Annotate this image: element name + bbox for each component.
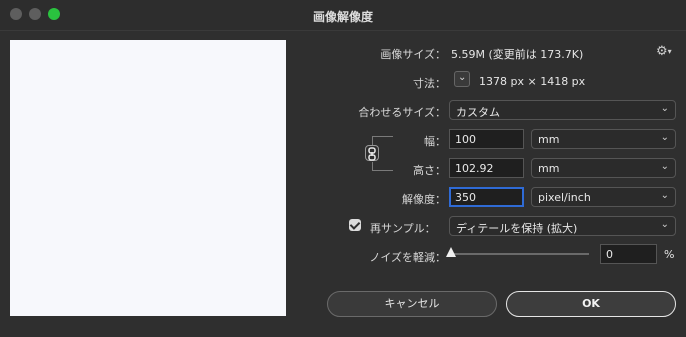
link-icon-graphic xyxy=(368,147,376,161)
cancel-button[interactable]: キャンセル xyxy=(327,291,497,317)
chevron-down-icon: ⌄ xyxy=(660,161,669,172)
constraint-bracket-top xyxy=(372,136,393,145)
width-unit-selected: mm xyxy=(538,133,560,146)
window-title: 画像解像度 xyxy=(312,10,373,24)
title-bar: 画像解像度 xyxy=(0,0,686,31)
chevron-down-icon: ⌄ xyxy=(660,132,669,143)
width-label: 幅： xyxy=(424,135,446,148)
image-size-label: 画像サイズ： xyxy=(380,48,446,61)
image-size-value: 5.59M (変更前は 173.7K) xyxy=(451,48,584,61)
height-label: 高さ： xyxy=(413,164,446,177)
image-resolution-dialog: 画像解像度 画像サイズ： 5.59M (変更前は 173.7K) ⚙▾ 寸法： … xyxy=(0,0,686,337)
height-unit-selected: mm xyxy=(538,162,560,175)
constraint-bracket-bottom xyxy=(372,162,393,171)
noise-reduction-input[interactable]: 0 xyxy=(600,244,657,264)
dimensions-label: 寸法： xyxy=(413,77,446,90)
resolution-unit-select[interactable]: pixel/inch ⌄ xyxy=(531,187,676,207)
resample-label: 再サンプル： xyxy=(370,222,436,235)
chevron-down-icon: ⌄ xyxy=(660,219,669,230)
dimensions-value: 1378 px × 1418 px xyxy=(479,75,586,88)
resample-method-select[interactable]: ディテールを保持 (拡大) ⌄ xyxy=(449,216,676,236)
noise-reduction-label: ノイズを軽減： xyxy=(369,251,446,264)
fit-to-label: 合わせるサイズ： xyxy=(358,106,446,119)
height-input[interactable]: 102.92 xyxy=(449,158,524,178)
height-unit-select[interactable]: mm ⌄ xyxy=(531,158,676,178)
width-input[interactable]: 100 xyxy=(449,129,524,149)
resolution-label: 解像度： xyxy=(402,193,446,206)
chevron-down-icon: ⌄ xyxy=(660,190,669,201)
dimensions-units-button[interactable]: ⌄ xyxy=(454,71,470,87)
link-icon[interactable] xyxy=(365,145,379,161)
fit-to-select[interactable]: カスタム ⌄ xyxy=(449,100,676,120)
noise-reduction-slider-thumb[interactable] xyxy=(446,247,456,257)
chevron-down-icon: ⌄ xyxy=(660,103,669,114)
fit-to-selected: カスタム xyxy=(456,106,500,119)
noise-reduction-unit: % xyxy=(664,248,675,261)
resolution-unit-selected: pixel/inch xyxy=(538,191,591,204)
image-preview[interactable] xyxy=(10,40,286,316)
resolution-input[interactable]: 350 xyxy=(449,187,524,207)
width-unit-select[interactable]: mm ⌄ xyxy=(531,129,676,149)
gear-icon[interactable]: ⚙▾ xyxy=(656,45,672,59)
ok-button[interactable]: OK xyxy=(506,291,676,317)
resample-method-selected: ディテールを保持 (拡大) xyxy=(456,222,578,235)
chevron-down-icon: ⌄ xyxy=(458,72,467,83)
noise-reduction-slider-track[interactable] xyxy=(451,253,589,255)
resample-checkbox[interactable] xyxy=(349,219,361,231)
